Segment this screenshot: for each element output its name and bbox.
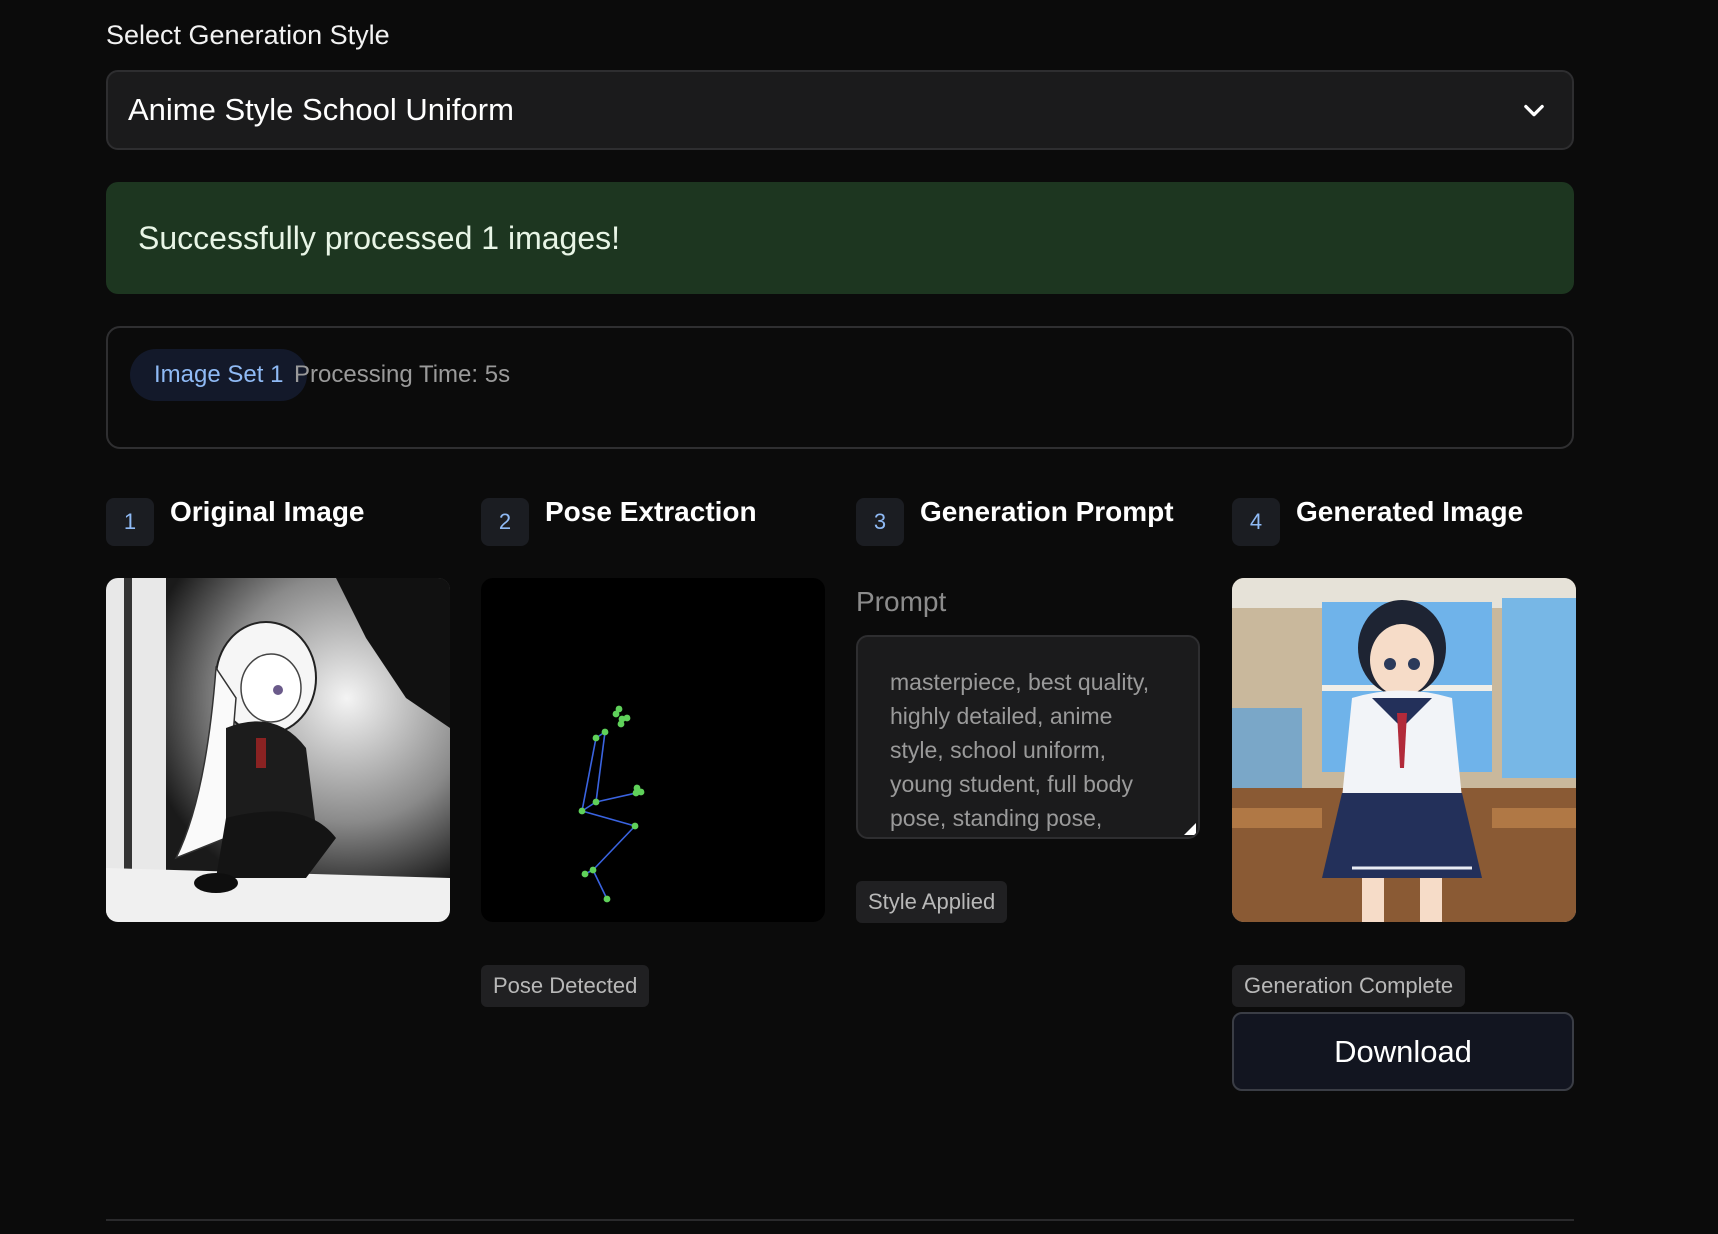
pose-joint [603,895,611,903]
chevron-down-icon [1524,104,1544,117]
step-2-header: 2 Pose Extraction [481,496,825,546]
pose-limb [592,825,636,871]
step-number: 1 [106,498,154,546]
pose-limb [595,731,606,803]
resize-handle-icon[interactable] [1184,823,1196,835]
step-title: Generation Prompt [920,496,1174,527]
pose-joint [578,807,586,815]
prompt-text: masterpiece, best quality, highly detail… [890,669,1150,831]
pose-skeleton [578,705,645,903]
divider [106,1219,1574,1221]
pose-limb [581,810,636,827]
step-title: Pose Extraction [545,496,757,527]
pose-limb [595,792,637,803]
style-applied-badge: Style Applied [856,881,1008,923]
pose-limb [592,869,608,900]
style-select[interactable]: Anime Style School Uniform [106,70,1574,150]
pose-joint [617,720,625,728]
generation-complete-badge: Generation Complete [1232,965,1466,1007]
generated-image[interactable] [1232,578,1576,922]
pose-joint [623,714,631,722]
pose-image[interactable] [481,578,825,922]
download-button[interactable]: Download [1232,1012,1574,1091]
pose-joint [592,798,600,806]
image-set-tab[interactable]: Image Set 1 [130,349,308,401]
page: Select Generation Style Anime Style Scho… [0,0,1718,1234]
step-1-header: 1 Original Image [106,496,450,546]
pose-joint [581,870,589,878]
step-title: Original Image [170,496,365,527]
pose-joint [631,822,639,830]
success-banner: Successfully processed 1 images! [106,182,1574,294]
style-select-label: Select Generation Style [106,20,390,50]
pose-joint [633,784,641,792]
prompt-textarea[interactable]: masterpiece, best quality, highly detail… [856,635,1200,839]
pose-joint [601,728,609,736]
pose-detected-badge: Pose Detected [481,965,650,1007]
step-number: 2 [481,498,529,546]
step-3-header: 3 Generation Prompt [856,496,1200,546]
pose-joint [615,705,623,713]
pose-joint [589,866,597,874]
step-number: 4 [1232,498,1280,546]
image-set-panel: Image Set 1 Processing Time: 5s [106,326,1574,449]
pose-joint [592,734,600,742]
success-message: Successfully processed 1 images! [138,219,620,256]
generated-image-art [1232,578,1576,922]
step-4-header: 4 Generated Image [1232,496,1576,546]
original-image[interactable] [106,578,450,922]
prompt-label: Prompt [856,586,947,617]
step-title: Generated Image [1296,496,1524,527]
style-select-value: Anime Style School Uniform [128,92,514,127]
step-number: 3 [856,498,904,546]
processing-time: Processing Time: 5s [294,361,511,388]
original-image-art [106,578,450,922]
